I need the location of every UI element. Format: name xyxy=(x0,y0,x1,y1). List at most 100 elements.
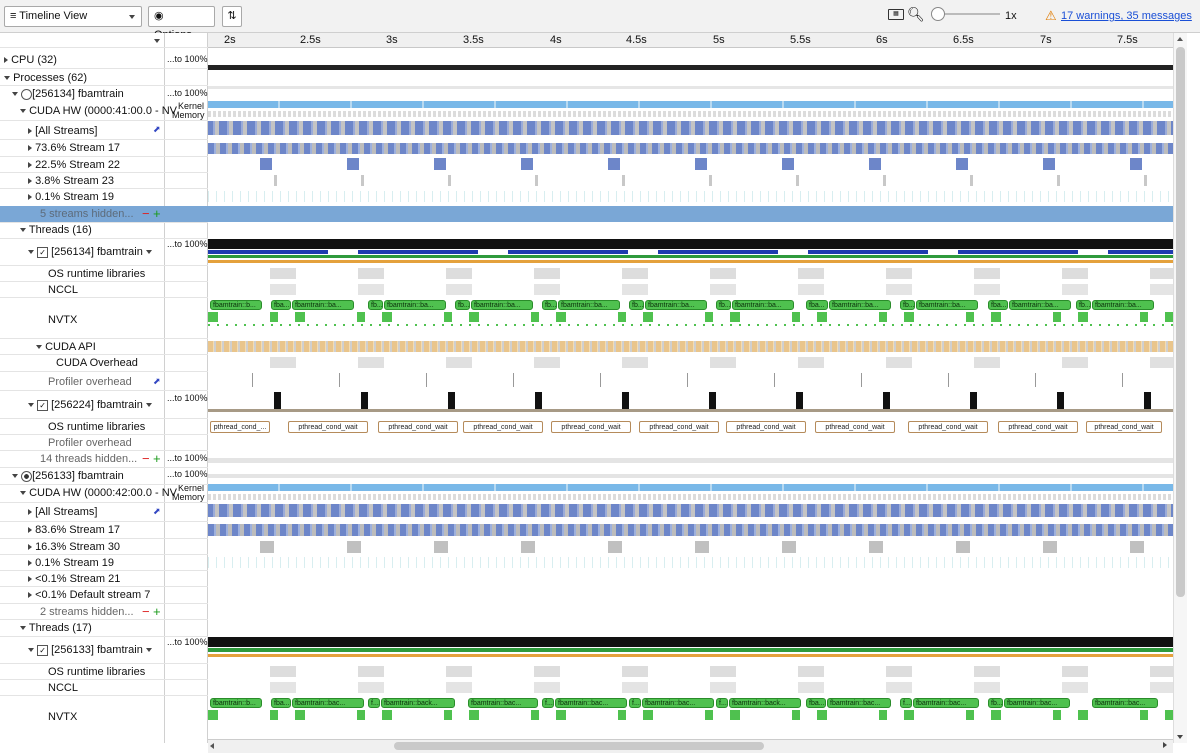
nccl-3-track[interactable] xyxy=(208,682,1173,693)
nvtx-range[interactable]: fb... xyxy=(988,698,1003,708)
row-stream-17-b[interactable]: 83.6% Stream 17 xyxy=(28,523,120,537)
thread-activity-track-2[interactable] xyxy=(208,255,1173,258)
nvtx-range[interactable]: fbamtrain::ba... xyxy=(558,300,620,310)
plus-icon[interactable]: + xyxy=(153,451,161,466)
kernel-track-2[interactable] xyxy=(208,494,1173,500)
row-cuda-api[interactable]: CUDA API xyxy=(36,340,96,354)
vertical-scrollbar[interactable] xyxy=(1173,33,1187,743)
pthread-range[interactable]: pthread_cond_wait xyxy=(463,421,543,433)
thread-checkbox[interactable]: ✓ xyxy=(37,644,49,656)
memory-track[interactable] xyxy=(208,101,1173,108)
row-stream-19[interactable]: 0.1% Stream 19 xyxy=(28,190,114,204)
chevron-down-icon[interactable] xyxy=(145,250,152,255)
pthread-range[interactable]: pthread_cond_wait xyxy=(908,421,988,433)
stream-19-b-track[interactable] xyxy=(208,557,1173,568)
pthread-range[interactable]: pthread_cond_wait xyxy=(815,421,895,433)
thread-3-activity[interactable] xyxy=(208,648,1173,652)
stream-30-track[interactable] xyxy=(208,541,1173,553)
nvtx-range[interactable]: fbamtrain::ba... xyxy=(829,300,891,310)
stream-17-b-track[interactable] xyxy=(208,524,1173,536)
nvtx-range[interactable]: fbamtrain::back... xyxy=(381,698,455,708)
chevron-down-icon[interactable] xyxy=(145,403,152,408)
kernel-track[interactable] xyxy=(208,111,1173,117)
collapse-arrow-icon[interactable] xyxy=(20,491,26,496)
row-osrt-3[interactable]: OS runtime libraries xyxy=(48,665,145,679)
row-cuda-hw-42[interactable]: CUDA HW (0000:42:00.0 - NV xyxy=(20,486,177,500)
nvtx-range[interactable]: f... xyxy=(629,698,641,708)
nvtx-range[interactable]: fb... xyxy=(368,300,383,310)
view-select[interactable]: ≡ Timeline View xyxy=(4,6,142,27)
nvtx-range[interactable]: f... xyxy=(900,698,912,708)
nvtx-range[interactable]: fbamtrain::ba... xyxy=(1009,300,1071,310)
row-cpu[interactable]: CPU (32) xyxy=(4,53,57,67)
osrt-2-track[interactable]: pthread_cond_... pthread_cond_wait pthre… xyxy=(208,420,1173,434)
plus-icon[interactable]: + xyxy=(153,604,161,619)
nvtx-range[interactable]: fbamtrain::ba... xyxy=(384,300,446,310)
row-stream-19-b[interactable]: 0.1% Stream 19 xyxy=(28,556,114,570)
collapse-arrow-icon[interactable] xyxy=(28,250,34,255)
row-nccl-1[interactable]: NCCL xyxy=(48,283,78,297)
nvtx-range[interactable]: fbamtrain::ba... xyxy=(916,300,978,310)
scroll-right-icon[interactable] xyxy=(1163,742,1167,748)
collapse-arrow-icon[interactable] xyxy=(28,648,34,653)
row-cuda-overhead[interactable]: CUDA Overhead xyxy=(56,356,138,370)
row-process-256134[interactable]: [256134] fbamtrain xyxy=(12,87,124,101)
row-nvtx-1[interactable]: NVTX xyxy=(48,313,77,327)
row-hidden-streams-2[interactable]: 2 streams hidden... xyxy=(40,605,134,619)
minus-icon[interactable]: − xyxy=(142,451,150,466)
nvtx-range[interactable]: fbamtrain::b... xyxy=(210,698,262,708)
zoom-icon[interactable]: 🔍︎ xyxy=(907,6,925,23)
row-process-256133[interactable]: [256133] fbamtrain xyxy=(12,469,124,483)
nvtx-range[interactable]: fba... xyxy=(806,698,826,708)
row-thread-256134[interactable]: ✓ [256134] fbamtrain xyxy=(28,245,152,259)
thread-checkbox[interactable]: ✓ xyxy=(37,246,49,258)
cpu-track[interactable] xyxy=(208,58,1173,70)
time-ruler[interactable]: 2s 2.5s 3s 3.5s 4s 4.5s 5s 5.5s 6s 6.5s … xyxy=(208,33,1173,48)
options-button[interactable]: ◉ Options... xyxy=(148,6,215,41)
row-stream-17[interactable]: 73.6% Stream 17 xyxy=(28,141,120,155)
nvtx-range[interactable]: fbamtrain::b... xyxy=(210,300,262,310)
collapse-arrow-icon[interactable] xyxy=(20,626,26,631)
label-column-menu-icon[interactable] xyxy=(154,39,160,43)
pthread-range[interactable]: pthread_cond_wait xyxy=(288,421,368,433)
scroll-left-icon[interactable] xyxy=(210,743,214,749)
zoom-slider-thumb[interactable] xyxy=(931,7,945,21)
scroll-down-icon[interactable] xyxy=(1177,735,1183,739)
row-hidden-threads[interactable]: 14 threads hidden... xyxy=(40,452,137,466)
nvtx-range[interactable]: fbamtrain::ba... xyxy=(471,300,533,310)
collapse-arrow-icon[interactable] xyxy=(12,474,18,479)
chevron-down-icon[interactable] xyxy=(145,648,152,653)
thread-3-state-track[interactable] xyxy=(208,637,1173,647)
warnings-link[interactable]: 17 warnings, 35 messages xyxy=(1061,10,1192,22)
collapse-arrow-icon[interactable] xyxy=(12,92,18,97)
row-profiler-overhead-1[interactable]: Profiler overhead xyxy=(48,375,132,389)
nvtx-range[interactable]: fbamtrain::ba... xyxy=(1092,300,1154,310)
memory-track-2[interactable] xyxy=(208,484,1173,491)
expand-arrow-icon[interactable] xyxy=(28,145,32,152)
row-hidden-streams-selected[interactable] xyxy=(0,206,1173,222)
nvtx-range[interactable]: fba... xyxy=(271,698,291,708)
nvtx-range[interactable]: fba... xyxy=(806,300,828,310)
nvtx-range[interactable]: fbamtrain::bac... xyxy=(642,698,714,708)
collapse-arrow-icon[interactable] xyxy=(20,109,26,114)
thread-activity-track-3[interactable] xyxy=(208,260,1173,263)
row-cuda-hw-41[interactable]: CUDA HW (0000:41:00.0 - NV xyxy=(20,104,177,118)
row-threads-17[interactable]: Threads (17) xyxy=(20,621,92,635)
row-all-streams-2[interactable]: [All Streams] xyxy=(28,505,97,519)
row-stream-21[interactable]: <0.1% Stream 21 xyxy=(28,572,120,586)
minus-icon[interactable]: − xyxy=(142,604,150,619)
collapse-arrow-icon[interactable] xyxy=(28,403,34,408)
row-stream-23[interactable]: 3.8% Stream 23 xyxy=(28,174,114,188)
nvtx-range[interactable]: fb... xyxy=(716,300,731,310)
nvtx-range[interactable]: f... xyxy=(368,698,380,708)
nvtx-range[interactable]: fba... xyxy=(271,300,291,310)
link-icon[interactable]: ⬈ xyxy=(153,506,161,517)
link-icon[interactable]: ⬈ xyxy=(153,376,161,387)
collapse-arrow-icon[interactable] xyxy=(36,345,42,350)
nvtx-range[interactable]: fbamtrain::bac... xyxy=(913,698,979,708)
pthread-range[interactable]: pthread_cond_wait xyxy=(998,421,1078,433)
process-radio[interactable] xyxy=(21,470,33,482)
row-hidden-streams[interactable]: 5 streams hidden... xyxy=(40,207,134,221)
horizontal-scrollbar-thumb[interactable] xyxy=(394,742,764,750)
expand-arrow-icon[interactable] xyxy=(28,527,32,534)
